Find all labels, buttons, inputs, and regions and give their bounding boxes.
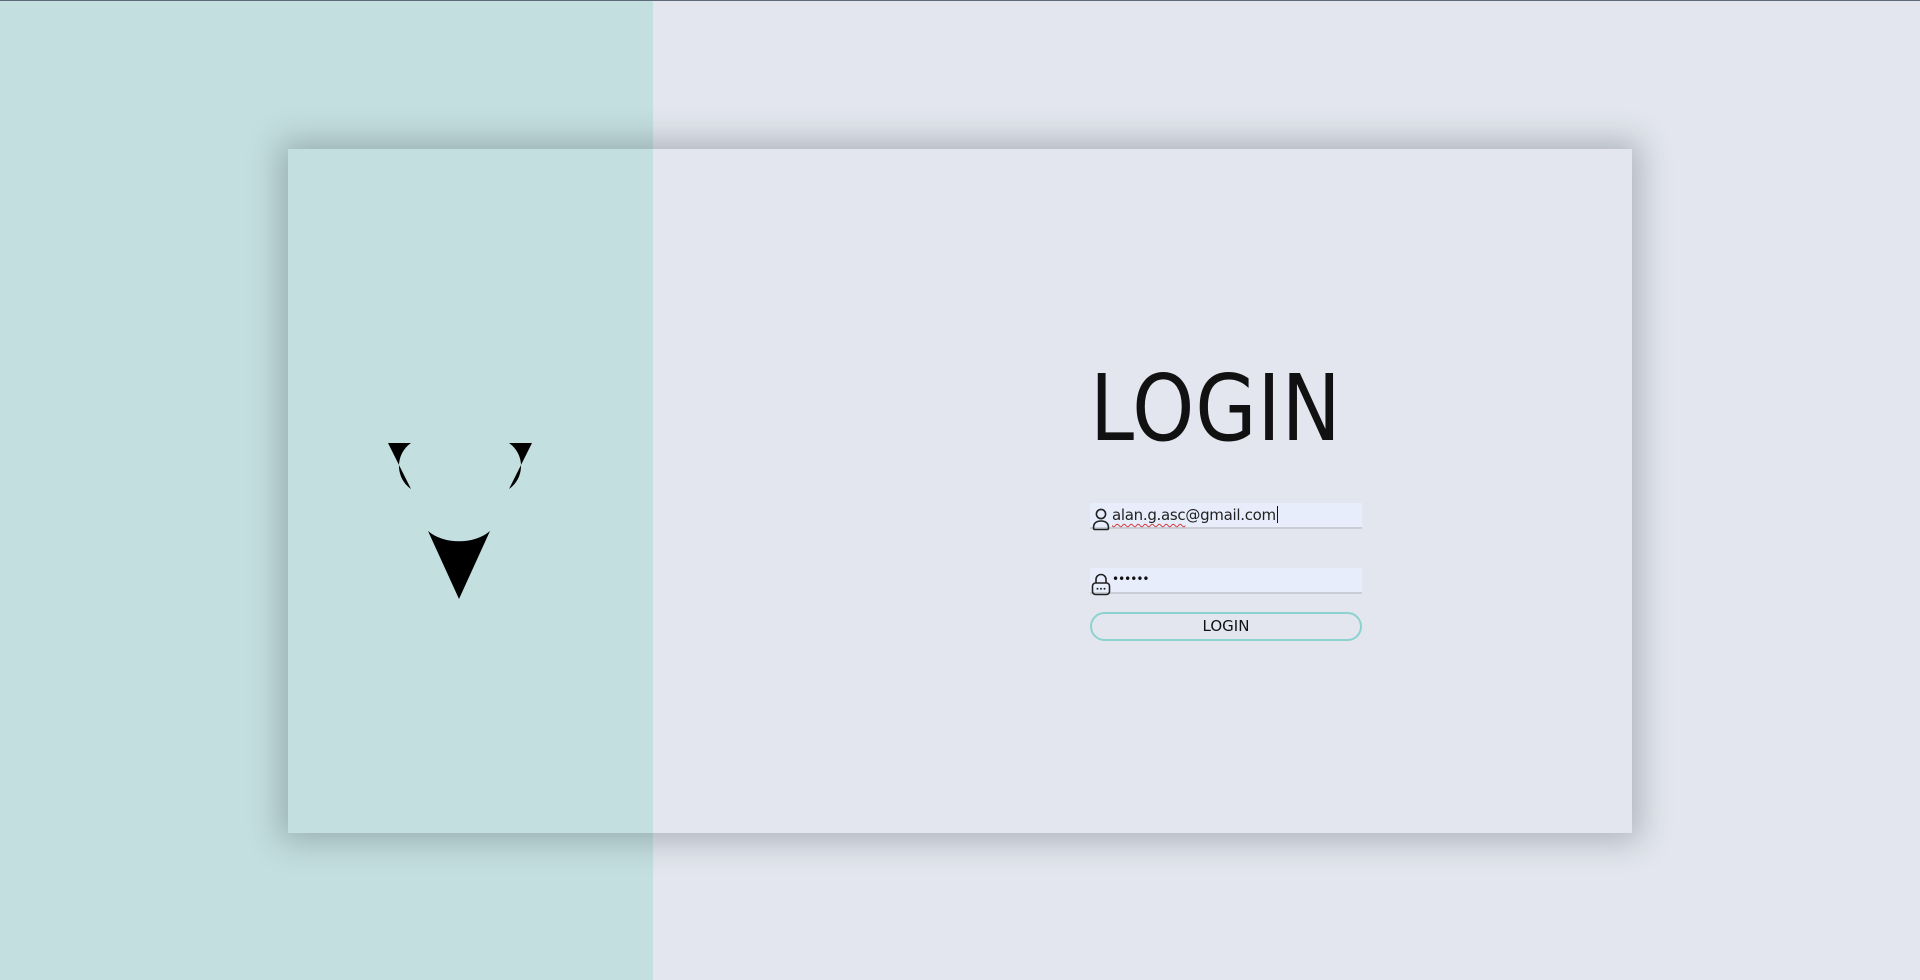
email-input[interactable]: alan.g.asc@gmail.com [1112, 505, 1278, 525]
password-field[interactable]: •••••• [1090, 568, 1362, 596]
login-form: LOGIN alan.g.asc@gmail.com •••••• LOGIN [1090, 359, 1362, 641]
password-input[interactable]: •••••• [1112, 570, 1149, 588]
text-caret [1276, 506, 1278, 523]
brand-logo-icon [388, 443, 532, 599]
email-value-suffix: @gmail.com [1185, 506, 1276, 524]
login-card: LOGIN alan.g.asc@gmail.com •••••• LOGIN [288, 149, 1632, 833]
login-button[interactable]: LOGIN [1090, 612, 1362, 641]
login-title: LOGIN [1090, 355, 1342, 462]
card-brand-panel [288, 149, 653, 833]
email-value-prefix: alan.g.asc [1112, 506, 1186, 524]
user-icon [1092, 508, 1110, 531]
lock-icon [1091, 573, 1111, 596]
login-page: LOGIN alan.g.asc@gmail.com •••••• LOGIN [0, 0, 1920, 980]
email-field[interactable]: alan.g.asc@gmail.com [1090, 503, 1362, 531]
